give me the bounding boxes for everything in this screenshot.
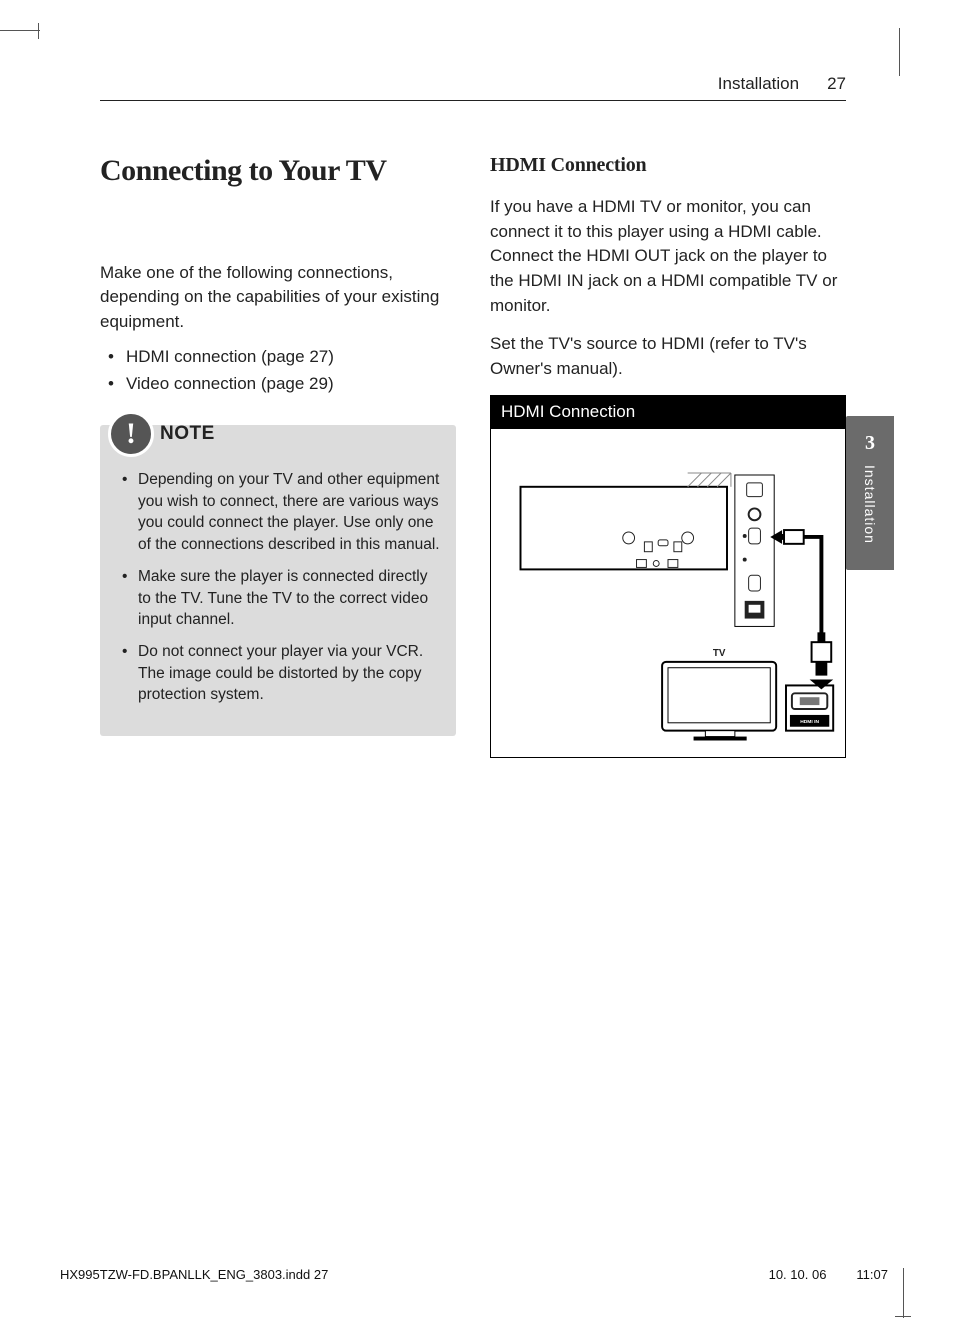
diagram-body: TV HDMI IN [491,429,845,757]
note-label: NOTE [160,423,215,445]
note-callout: ! NOTE Depending on your TV and other eq… [100,425,456,736]
header-section: Installation [718,74,799,94]
connection-list: HDMI connection (page 27) Video connecti… [100,344,456,397]
left-column: Connecting to Your TV Make one of the fo… [100,154,456,758]
footer-date: 10. 10. 06 [769,1267,827,1282]
note-list: Depending on your TV and other equipment… [116,469,440,706]
manual-page: Installation 27 3 Installation Connectin… [0,0,954,1318]
list-item: Make sure the player is connected direct… [116,566,440,631]
paragraph: If you have a HDMI TV or monitor, you ca… [490,195,846,318]
hatching-icon [688,474,731,488]
intro-text: Make one of the following connections, d… [100,261,456,335]
footer-time: 11:07 [856,1267,888,1282]
port-panel-icon [735,475,774,626]
hdmi-out-plug-icon [770,531,821,643]
connection-diagram: HDMI Connection [490,395,846,758]
crop-mark [860,28,900,76]
right-column: HDMI Connection If you have a HDMI TV or… [490,154,846,758]
content-columns: Connecting to Your TV Make one of the fo… [100,154,846,758]
exclamation-icon: ! [108,411,154,457]
tv-icon: TV [662,648,776,741]
list-item: Video connection (page 29) [100,371,456,397]
crop-mark [0,30,40,70]
hdmi-in-port-icon: HDMI IN [786,686,833,731]
hdmi-in-label: HDMI IN [800,719,819,725]
running-header: Installation 27 [100,74,846,101]
diagram-svg: TV HDMI IN [491,429,845,757]
chapter-tab: 3 Installation [846,416,894,570]
chapter-label: Installation [862,465,878,544]
list-item: Depending on your TV and other equipment… [116,469,440,556]
footer-filename: HX995TZW-FD.BPANLLK_ENG_3803.indd 27 [60,1267,328,1282]
header-page-number: 27 [827,74,846,94]
tv-label: TV [713,648,726,659]
list-item: HDMI connection (page 27) [100,344,456,370]
hdmi-in-plug-icon [810,633,834,690]
chapter-number: 3 [865,432,875,455]
player-rear-icon [521,487,728,570]
page-title: Connecting to Your TV [100,154,456,189]
paragraph: Set the TV's source to HDMI (refer to TV… [490,332,846,381]
diagram-title: HDMI Connection [491,396,845,429]
list-item: Do not connect your player via your VCR.… [116,641,440,706]
print-footer: HX995TZW-FD.BPANLLK_ENG_3803.indd 27 10.… [60,1267,888,1282]
subheading: HDMI Connection [490,154,846,177]
note-header: ! NOTE [108,411,215,457]
